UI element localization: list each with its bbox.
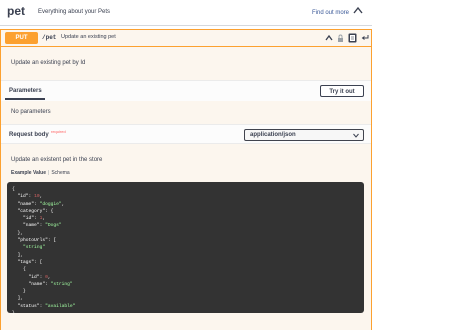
chevron-down-icon: [353, 133, 359, 138]
chevron-up-icon[interactable]: [353, 6, 363, 14]
find-out-more-link[interactable]: Find out more: [312, 10, 349, 16]
tag-description: Everything about your Pets: [38, 9, 111, 15]
chevron-up-icon[interactable]: [325, 34, 333, 41]
request-body-title: Request body: [9, 132, 49, 138]
request-body-header: Request body required application/json: [1, 124, 371, 144]
schema-tab[interactable]: Schema: [51, 170, 69, 176]
operation-description: Update an existing pet by Id: [11, 60, 86, 66]
operation-summary-text: Update an existing pet: [61, 34, 116, 40]
return-icon[interactable]: [361, 34, 369, 41]
tag-name: pet: [7, 4, 25, 18]
example-value-tab[interactable]: Example Value: [11, 170, 46, 176]
operation-block: PUT /pet Update an existing pet Update a…: [0, 29, 372, 330]
operation-path: /pet: [42, 34, 57, 41]
method-badge: PUT: [5, 32, 38, 44]
parameters-tab[interactable]: Parameters: [9, 88, 42, 94]
example-json: { "id": 10, "name": "doggie", "category"…: [12, 187, 76, 317]
tag-header[interactable]: pet Everything about your Pets Find out …: [0, 0, 372, 26]
no-parameters-text: No parameters: [11, 109, 51, 115]
try-it-out-button[interactable]: Try it out: [320, 85, 364, 97]
content-type-value: application/json: [250, 132, 296, 138]
required-marker: required: [51, 129, 66, 134]
active-tab-indicator: [5, 98, 45, 100]
request-body-description: Update an existent pet in the store: [11, 157, 103, 163]
lock-icon[interactable]: [337, 34, 344, 42]
copy-icon[interactable]: [348, 33, 357, 43]
example-schema-tabs: Example Value | Schema: [11, 170, 70, 176]
example-code-block[interactable]: { "id": 10, "name": "doggie", "category"…: [7, 182, 364, 316]
parameters-section-header: Parameters Try it out: [1, 80, 371, 101]
operation-summary[interactable]: PUT /pet Update an existing pet: [1, 30, 371, 47]
content-type-select[interactable]: application/json: [244, 129, 364, 141]
tab-separator: |: [48, 170, 50, 176]
